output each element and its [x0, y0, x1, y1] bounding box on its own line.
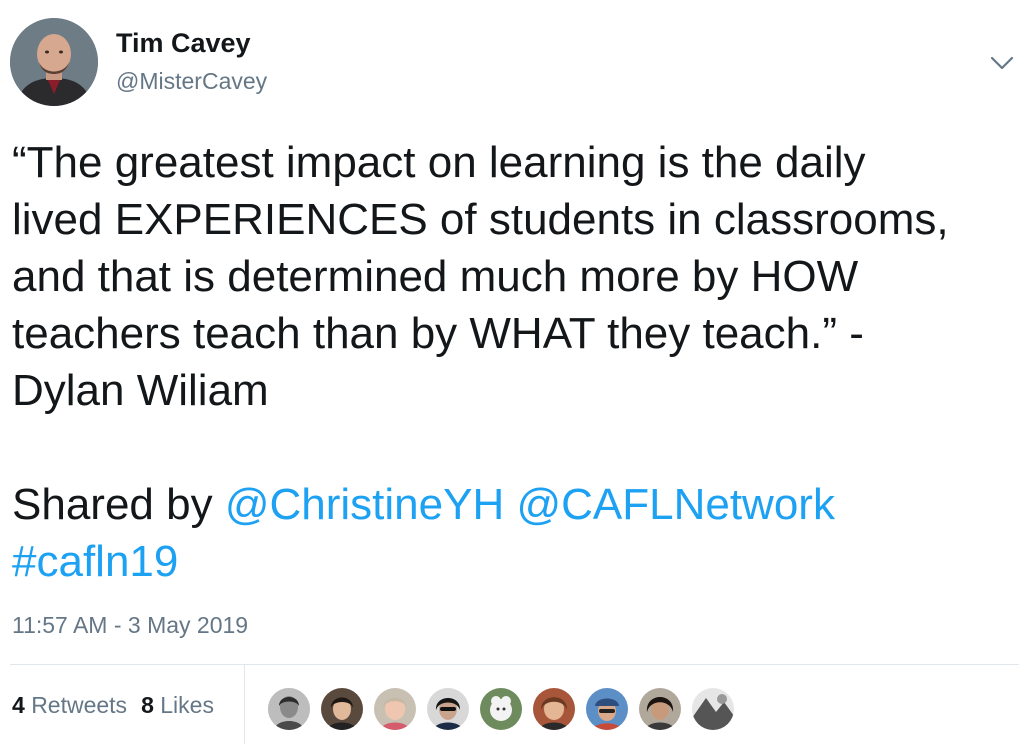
- like-count: 8: [141, 692, 154, 718]
- liker-avatar[interactable]: [584, 686, 630, 732]
- stats-divider: [244, 665, 245, 744]
- tweet-line: and that is determined much more by HOW: [12, 252, 859, 301]
- tweet-timestamp[interactable]: 11:57 AM - 3 May 2019: [12, 612, 248, 639]
- tweet-text: “The greatest impact on learning is the …: [12, 134, 1022, 590]
- liker-avatar[interactable]: [637, 686, 683, 732]
- hashtag-link[interactable]: #cafln19: [12, 537, 178, 586]
- author-name[interactable]: Tim Cavey: [116, 28, 251, 59]
- liker-avatar[interactable]: [690, 686, 736, 732]
- tweet-stats: 4 Retweets 8 Likes: [12, 692, 214, 719]
- liker-avatar[interactable]: [372, 686, 418, 732]
- liker-avatar[interactable]: [478, 686, 524, 732]
- mention-link[interactable]: @ChristineYH: [225, 480, 504, 529]
- divider: [10, 664, 1019, 665]
- tweet-line: Dylan Wiliam: [12, 366, 269, 415]
- tweet-line: lived EXPERIENCES of students in classro…: [12, 195, 949, 244]
- shared-by-line: Shared by @ChristineYH @CAFLNetwork: [12, 476, 1022, 533]
- retweets-stat[interactable]: 4 Retweets: [12, 692, 127, 718]
- likes-stat[interactable]: 8 Likes: [141, 692, 214, 718]
- tweet-line: teachers teach than by WHAT they teach.”…: [12, 309, 864, 358]
- liker-avatar[interactable]: [266, 686, 312, 732]
- retweet-label: Retweets: [31, 692, 128, 718]
- liker-avatar[interactable]: [531, 686, 577, 732]
- chevron-down-icon[interactable]: [987, 50, 1017, 76]
- author-avatar[interactable]: [10, 18, 98, 106]
- shared-by-label: Shared by: [12, 480, 225, 529]
- like-label: Likes: [160, 692, 214, 718]
- liker-avatar[interactable]: [425, 686, 471, 732]
- liker-avatar[interactable]: [319, 686, 365, 732]
- retweet-count: 4: [12, 692, 25, 718]
- author-handle[interactable]: @MisterCavey: [116, 68, 267, 95]
- hashtag-line: #cafln19: [12, 533, 1022, 590]
- mention-link[interactable]: @CAFLNetwork: [516, 480, 835, 529]
- tweet-line: “The greatest impact on learning is the …: [12, 138, 866, 187]
